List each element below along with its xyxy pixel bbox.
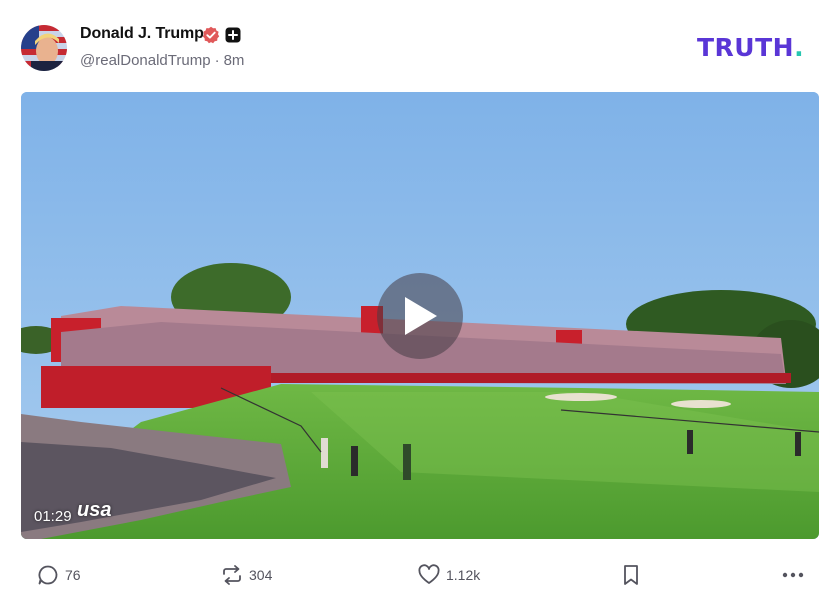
retruth-button[interactable]: 304 <box>221 563 272 587</box>
play-button[interactable] <box>377 273 463 359</box>
more-icon <box>782 572 804 578</box>
play-icon <box>405 297 437 335</box>
video-duration: 01:29 <box>34 508 72 525</box>
post-actions: 76 304 1.12k <box>0 555 840 595</box>
logo-text: TRUTH <box>697 33 795 62</box>
like-count: 1.12k <box>446 567 481 583</box>
author-display-name[interactable]: Donald J. Trump <box>80 25 204 43</box>
flag-portrait-avatar <box>21 25 67 71</box>
like-button[interactable]: 1.12k <box>418 563 480 587</box>
verified-badge-icon <box>202 26 220 44</box>
bookmark-button[interactable] <box>621 563 641 587</box>
logo-dot: . <box>794 33 805 62</box>
post-header: Donald J. Trump @realDonaldTrump · 8m TRUT… <box>0 0 840 92</box>
bookmark-icon <box>624 565 638 585</box>
handle-separator: · <box>214 52 220 69</box>
plus-badge-icon <box>225 27 241 43</box>
author-handle[interactable]: @realDonaldTrump <box>80 52 211 69</box>
reply-button[interactable]: 76 <box>37 563 81 587</box>
heart-icon <box>418 564 440 584</box>
video-player[interactable]: 01:29 usa <box>21 92 819 539</box>
truth-logo[interactable]: TRUTH. <box>697 33 804 62</box>
retruth-count: 304 <box>249 567 273 583</box>
more-options-button[interactable] <box>781 563 805 587</box>
reply-icon <box>38 565 58 585</box>
avatar[interactable] <box>21 25 67 71</box>
post-time[interactable]: 8m <box>224 52 245 69</box>
network-logo: usa <box>77 499 112 521</box>
retruth-icon <box>223 565 241 585</box>
author-handle-line: @realDonaldTrump · 8m <box>80 52 244 69</box>
reply-count: 76 <box>65 567 81 583</box>
